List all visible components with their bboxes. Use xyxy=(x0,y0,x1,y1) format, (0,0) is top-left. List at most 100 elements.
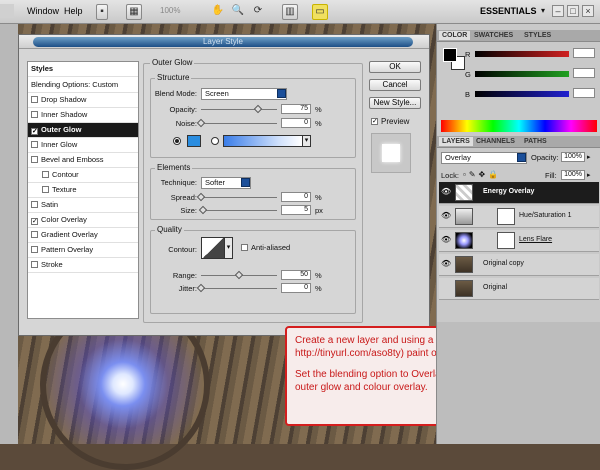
range-slider-thumb[interactable] xyxy=(234,270,244,280)
layer-row[interactable]: 👁 Hue/Saturation 1 xyxy=(439,206,599,228)
menu-help[interactable]: Help xyxy=(64,6,83,16)
opacity-slider[interactable] xyxy=(201,109,277,110)
foreground-color-swatch[interactable] xyxy=(443,48,457,62)
spread-slider-thumb[interactable] xyxy=(196,192,206,202)
fill-input[interactable]: 100% xyxy=(561,170,585,180)
layer-blend-dropdown-icon[interactable] xyxy=(517,153,526,162)
style-item-inner-shadow[interactable]: Inner Shadow xyxy=(28,108,138,123)
style-item-contour[interactable]: Contour xyxy=(28,168,138,183)
contour-picker[interactable] xyxy=(201,237,225,259)
style-checkbox[interactable] xyxy=(42,171,49,178)
style-checkbox[interactable] xyxy=(31,96,38,103)
visibility-eye-icon[interactable] xyxy=(441,284,451,293)
spread-slider[interactable] xyxy=(201,197,277,198)
jitter-slider[interactable] xyxy=(201,288,277,289)
workspace-switcher[interactable]: ESSENTIALS xyxy=(480,6,537,16)
noise-slider[interactable] xyxy=(201,123,277,124)
channel-input-b[interactable] xyxy=(573,88,595,98)
style-checkbox[interactable] xyxy=(31,246,38,253)
arrange-icon[interactable]: ▥ xyxy=(282,4,298,20)
restore-icon[interactable]: □ xyxy=(567,5,579,17)
style-checkbox[interactable] xyxy=(42,186,49,193)
layer-blend-mode-select[interactable]: Overlay xyxy=(441,152,527,164)
antialias-checkbox[interactable] xyxy=(241,244,248,251)
style-checkbox[interactable] xyxy=(31,156,38,163)
style-item-outer-glow[interactable]: ✓ Outer Glow xyxy=(28,123,138,138)
workspace-chevron-icon[interactable]: ▾ xyxy=(541,6,545,15)
style-checkbox[interactable] xyxy=(31,261,38,268)
tab-color[interactable]: COLOR xyxy=(439,31,471,40)
tab-paths[interactable]: PATHS xyxy=(521,137,550,146)
tab-swatches[interactable]: SWATCHES xyxy=(471,31,516,40)
lock-icons[interactable]: ▫✎✥🔒 xyxy=(463,170,501,179)
styles-header[interactable]: Styles xyxy=(28,62,138,77)
style-checkbox[interactable] xyxy=(31,141,38,148)
tab-channels[interactable]: CHANNELS xyxy=(473,137,518,146)
channel-input-r[interactable] xyxy=(573,48,595,58)
style-checkbox[interactable]: ✓ xyxy=(31,218,38,225)
style-item-color-overlay[interactable]: ✓ Color Overlay xyxy=(28,213,138,228)
style-item-satin[interactable]: Satin xyxy=(28,198,138,213)
minimize-icon[interactable]: – xyxy=(552,5,564,17)
menu-window[interactable]: Window xyxy=(27,6,59,16)
close-icon[interactable]: × xyxy=(582,5,594,17)
gradient-radio[interactable] xyxy=(211,137,219,145)
blend-mode-dropdown-icon[interactable] xyxy=(277,89,286,98)
style-checkbox[interactable]: ✓ xyxy=(31,128,38,135)
dialog-titlebar[interactable]: Layer Style xyxy=(19,35,429,49)
layer-row[interactable]: Original xyxy=(439,278,599,300)
size-input[interactable]: 5 xyxy=(281,205,311,215)
layer-row[interactable]: 👁 Lens Flare xyxy=(439,230,599,252)
zoom-icon[interactable]: 🔍 xyxy=(230,4,246,20)
spectrum-bar[interactable] xyxy=(441,120,597,132)
range-input[interactable]: 50 xyxy=(281,270,311,280)
gradient-dropdown-icon[interactable]: ▾ xyxy=(303,135,311,147)
contour-dropdown-icon[interactable]: ▾ xyxy=(225,237,233,259)
tab-layers[interactable]: LAYERS xyxy=(439,137,473,146)
spread-input[interactable]: 0 xyxy=(281,192,311,202)
noise-input[interactable]: 0 xyxy=(281,118,311,128)
channel-slider-g[interactable] xyxy=(475,71,569,77)
cancel-button[interactable]: Cancel xyxy=(369,79,421,91)
style-checkbox[interactable] xyxy=(31,111,38,118)
glow-gradient-picker[interactable] xyxy=(223,135,303,147)
preview-checkbox[interactable]: ✓ xyxy=(371,118,378,125)
style-item-drop-shadow[interactable]: Drop Shadow xyxy=(28,93,138,108)
hand-icon[interactable]: ✋ xyxy=(210,4,226,20)
visibility-eye-icon[interactable]: 👁 xyxy=(441,212,451,221)
zoom-level[interactable]: 100% xyxy=(160,6,180,15)
size-slider[interactable] xyxy=(201,210,277,211)
layer-row[interactable]: 👁 Energy Overlay xyxy=(439,182,599,204)
style-checkbox[interactable] xyxy=(31,201,38,208)
visibility-eye-icon[interactable]: 👁 xyxy=(441,260,451,269)
opacity-input[interactable]: 75 xyxy=(281,104,311,114)
layer-opacity-chevron-icon[interactable]: ▸ xyxy=(587,153,591,161)
style-item-inner-glow[interactable]: Inner Glow xyxy=(28,138,138,153)
style-checkbox[interactable] xyxy=(31,231,38,238)
size-slider-thumb[interactable] xyxy=(198,205,207,215)
technique-dropdown-icon[interactable] xyxy=(241,178,250,187)
visibility-eye-icon[interactable]: 👁 xyxy=(441,188,451,197)
jitter-input[interactable]: 0 xyxy=(281,283,311,293)
ok-button[interactable]: OK xyxy=(369,61,421,73)
style-item-pattern-overlay[interactable]: Pattern Overlay xyxy=(28,243,138,258)
opacity-slider-thumb[interactable] xyxy=(253,104,263,114)
visibility-eye-icon[interactable]: 👁 xyxy=(441,236,451,245)
style-item-gradient-overlay[interactable]: Gradient Overlay xyxy=(28,228,138,243)
tab-styles[interactable]: STYLES xyxy=(521,31,554,40)
solid-color-radio[interactable] xyxy=(173,137,181,145)
style-item-stroke[interactable]: Stroke xyxy=(28,258,138,273)
glow-color-swatch[interactable] xyxy=(187,135,201,147)
screen-mode-icon[interactable]: ▭ xyxy=(312,4,328,20)
style-item-blending-options-custom[interactable]: Blending Options: Custom xyxy=(28,78,138,93)
noise-slider-thumb[interactable] xyxy=(196,118,206,128)
channel-slider-b[interactable] xyxy=(475,91,569,97)
rotate-icon[interactable]: ⟳ xyxy=(250,4,266,20)
layer-opacity-input[interactable]: 100% xyxy=(561,152,585,162)
view-extras-icon[interactable]: ▦ xyxy=(126,4,142,20)
layer-row[interactable]: 👁 Original copy xyxy=(439,254,599,276)
channel-slider-r[interactable] xyxy=(475,51,569,57)
jitter-slider-thumb[interactable] xyxy=(196,283,206,293)
style-item-texture[interactable]: Texture xyxy=(28,183,138,198)
new-style-button[interactable]: New Style... xyxy=(369,97,421,109)
